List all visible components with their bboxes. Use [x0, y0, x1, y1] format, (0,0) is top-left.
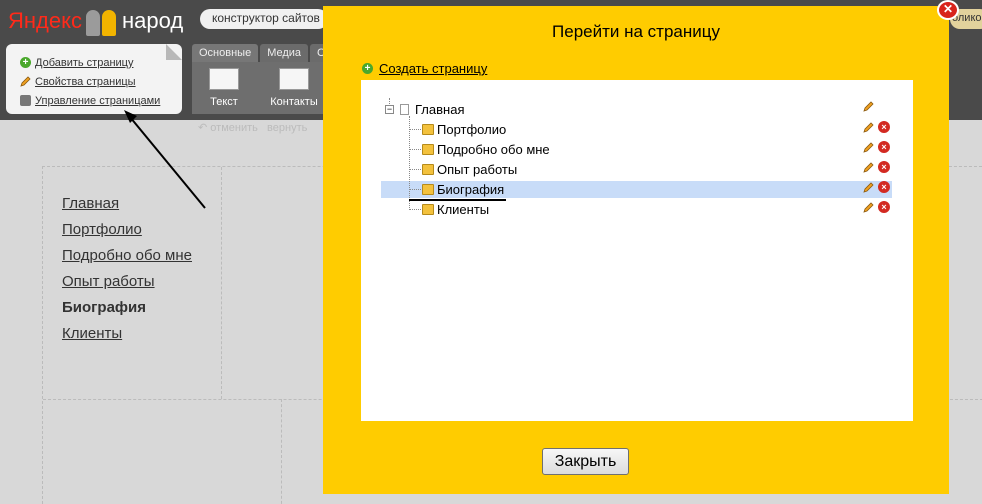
portfolio-actions: ×	[863, 121, 890, 133]
page-properties-item[interactable]: Свойства страницы	[20, 72, 182, 91]
nav-link-experience[interactable]: Опыт работы	[62, 273, 155, 290]
close-button[interactable]: Закрыть	[542, 448, 629, 475]
manage-pages-link[interactable]: Управление страницами	[35, 95, 160, 107]
toolbar-tabs: Основные Медиа С	[192, 44, 332, 62]
tree-connector	[409, 129, 423, 130]
delete-icon[interactable]: ×	[878, 161, 890, 173]
nav-item-home[interactable]: Главная	[62, 195, 192, 221]
tree-node-label[interactable]: Портфолио	[437, 122, 506, 137]
nav-link-home[interactable]: Главная	[62, 195, 119, 212]
pencil-icon[interactable]	[863, 121, 874, 133]
collapse-icon[interactable]: −	[385, 105, 394, 114]
dialog-close-icon[interactable]: ✕	[937, 0, 959, 20]
experience-actions: ×	[863, 161, 890, 173]
tree-node-root[interactable]: − Главная	[385, 101, 464, 118]
dialog-title: Перейти на страницу	[552, 22, 720, 41]
text-tool[interactable]: Текст	[194, 68, 254, 108]
tree-connector	[409, 169, 423, 170]
site-builder-pill[interactable]: конструктор сайтов	[200, 9, 328, 29]
manage-pages-item[interactable]: Управление страницами	[20, 91, 182, 110]
clients-actions: ×	[863, 201, 890, 213]
folder-icon	[422, 144, 434, 155]
add-icon: +	[362, 63, 373, 74]
folder-icon	[422, 204, 434, 215]
settings-icon	[20, 95, 31, 106]
text-tool-label: Текст	[210, 96, 238, 108]
nav-link-about[interactable]: Подробно обо мне	[62, 247, 192, 264]
column-divider	[221, 167, 222, 399]
page-tree: − Главная Портфолио Подробно обо мне Опы…	[361, 80, 913, 421]
add-page-item[interactable]: + Добавить страницу	[20, 53, 182, 72]
undo-button[interactable]: отменить	[210, 122, 258, 134]
tree-node-label[interactable]: Подробно обо мне	[437, 142, 550, 157]
tree-connector	[409, 189, 423, 190]
contacts-icon	[279, 68, 309, 90]
folder-icon	[422, 164, 434, 175]
nav-link-clients[interactable]: Клиенты	[62, 325, 122, 342]
about-actions: ×	[863, 141, 890, 153]
tree-node-label[interactable]: Биография	[437, 182, 504, 197]
tree-connector	[409, 209, 423, 210]
nav-item-about[interactable]: Подробно обо мне	[62, 247, 192, 273]
add-page-link[interactable]: Добавить страницу	[35, 57, 133, 69]
pencil-icon[interactable]	[863, 201, 874, 213]
create-page-action[interactable]: + Создать страницу	[362, 61, 487, 76]
delete-icon[interactable]: ×	[878, 141, 890, 153]
pencil-icon[interactable]	[863, 141, 874, 153]
create-page-link[interactable]: Создать страницу	[379, 61, 487, 76]
tool-panel: Текст Контакты	[192, 62, 324, 114]
nav-item-biography[interactable]: Биография	[62, 299, 192, 325]
page-actions-panel: + Добавить страницу Свойства страницы Уп…	[6, 44, 182, 114]
nav-link-portfolio[interactable]: Портфолио	[62, 221, 142, 238]
tab-media[interactable]: Медиа	[260, 44, 309, 62]
tab-basic[interactable]: Основные	[192, 44, 259, 62]
footer-divider	[281, 399, 282, 504]
tree-node-biography[interactable]: Биография	[422, 181, 504, 198]
folder-icon	[422, 184, 434, 195]
nav-item-clients[interactable]: Клиенты	[62, 325, 192, 351]
tree-node-label[interactable]: Опыт работы	[437, 162, 517, 177]
redo-button[interactable]: вернуть	[267, 122, 307, 134]
delete-icon[interactable]: ×	[878, 181, 890, 193]
undo-redo-bar: ↶ отменить вернуть	[198, 121, 307, 134]
logo-text-yandex: Яндекс	[8, 8, 82, 33]
page-properties-link[interactable]: Свойства страницы	[35, 76, 136, 88]
tree-node-label[interactable]: Клиенты	[437, 202, 489, 217]
add-icon: +	[20, 57, 31, 68]
nav-link-biography[interactable]: Биография	[62, 299, 146, 316]
delete-icon[interactable]: ×	[878, 201, 890, 213]
delete-icon[interactable]: ×	[878, 121, 890, 133]
nav-item-experience[interactable]: Опыт работы	[62, 273, 192, 299]
tree-node-portfolio[interactable]: Портфолио	[422, 121, 506, 138]
tree-node-about[interactable]: Подробно обо мне	[422, 141, 550, 158]
logo-text-narod: народ	[121, 8, 184, 33]
tree-node-experience[interactable]: Опыт работы	[422, 161, 517, 178]
folder-icon	[422, 124, 434, 135]
pencil-icon[interactable]	[863, 161, 874, 173]
page-icon	[400, 104, 409, 115]
pencil-icon[interactable]	[863, 101, 874, 112]
yandex-narod-logo[interactable]: Яндекс народ	[8, 6, 183, 36]
contacts-tool[interactable]: Контакты	[264, 68, 324, 108]
contacts-tool-label: Контакты	[270, 96, 318, 108]
pencil-icon[interactable]	[863, 181, 874, 193]
pencil-icon	[20, 76, 31, 87]
text-block-icon	[209, 68, 239, 90]
tree-node-clients[interactable]: Клиенты	[422, 201, 489, 218]
nav-item-portfolio[interactable]: Портфолио	[62, 221, 192, 247]
root-actions	[863, 101, 874, 112]
undo-icon: ↶	[198, 122, 208, 134]
annotation-underline	[409, 199, 506, 201]
site-nav-menu: Главная Портфолио Подробно обо мне Опыт …	[62, 195, 192, 351]
biography-actions: ×	[863, 181, 890, 193]
tree-connector	[409, 149, 423, 150]
people-logo-icon	[84, 6, 120, 36]
tree-node-label[interactable]: Главная	[415, 102, 464, 117]
